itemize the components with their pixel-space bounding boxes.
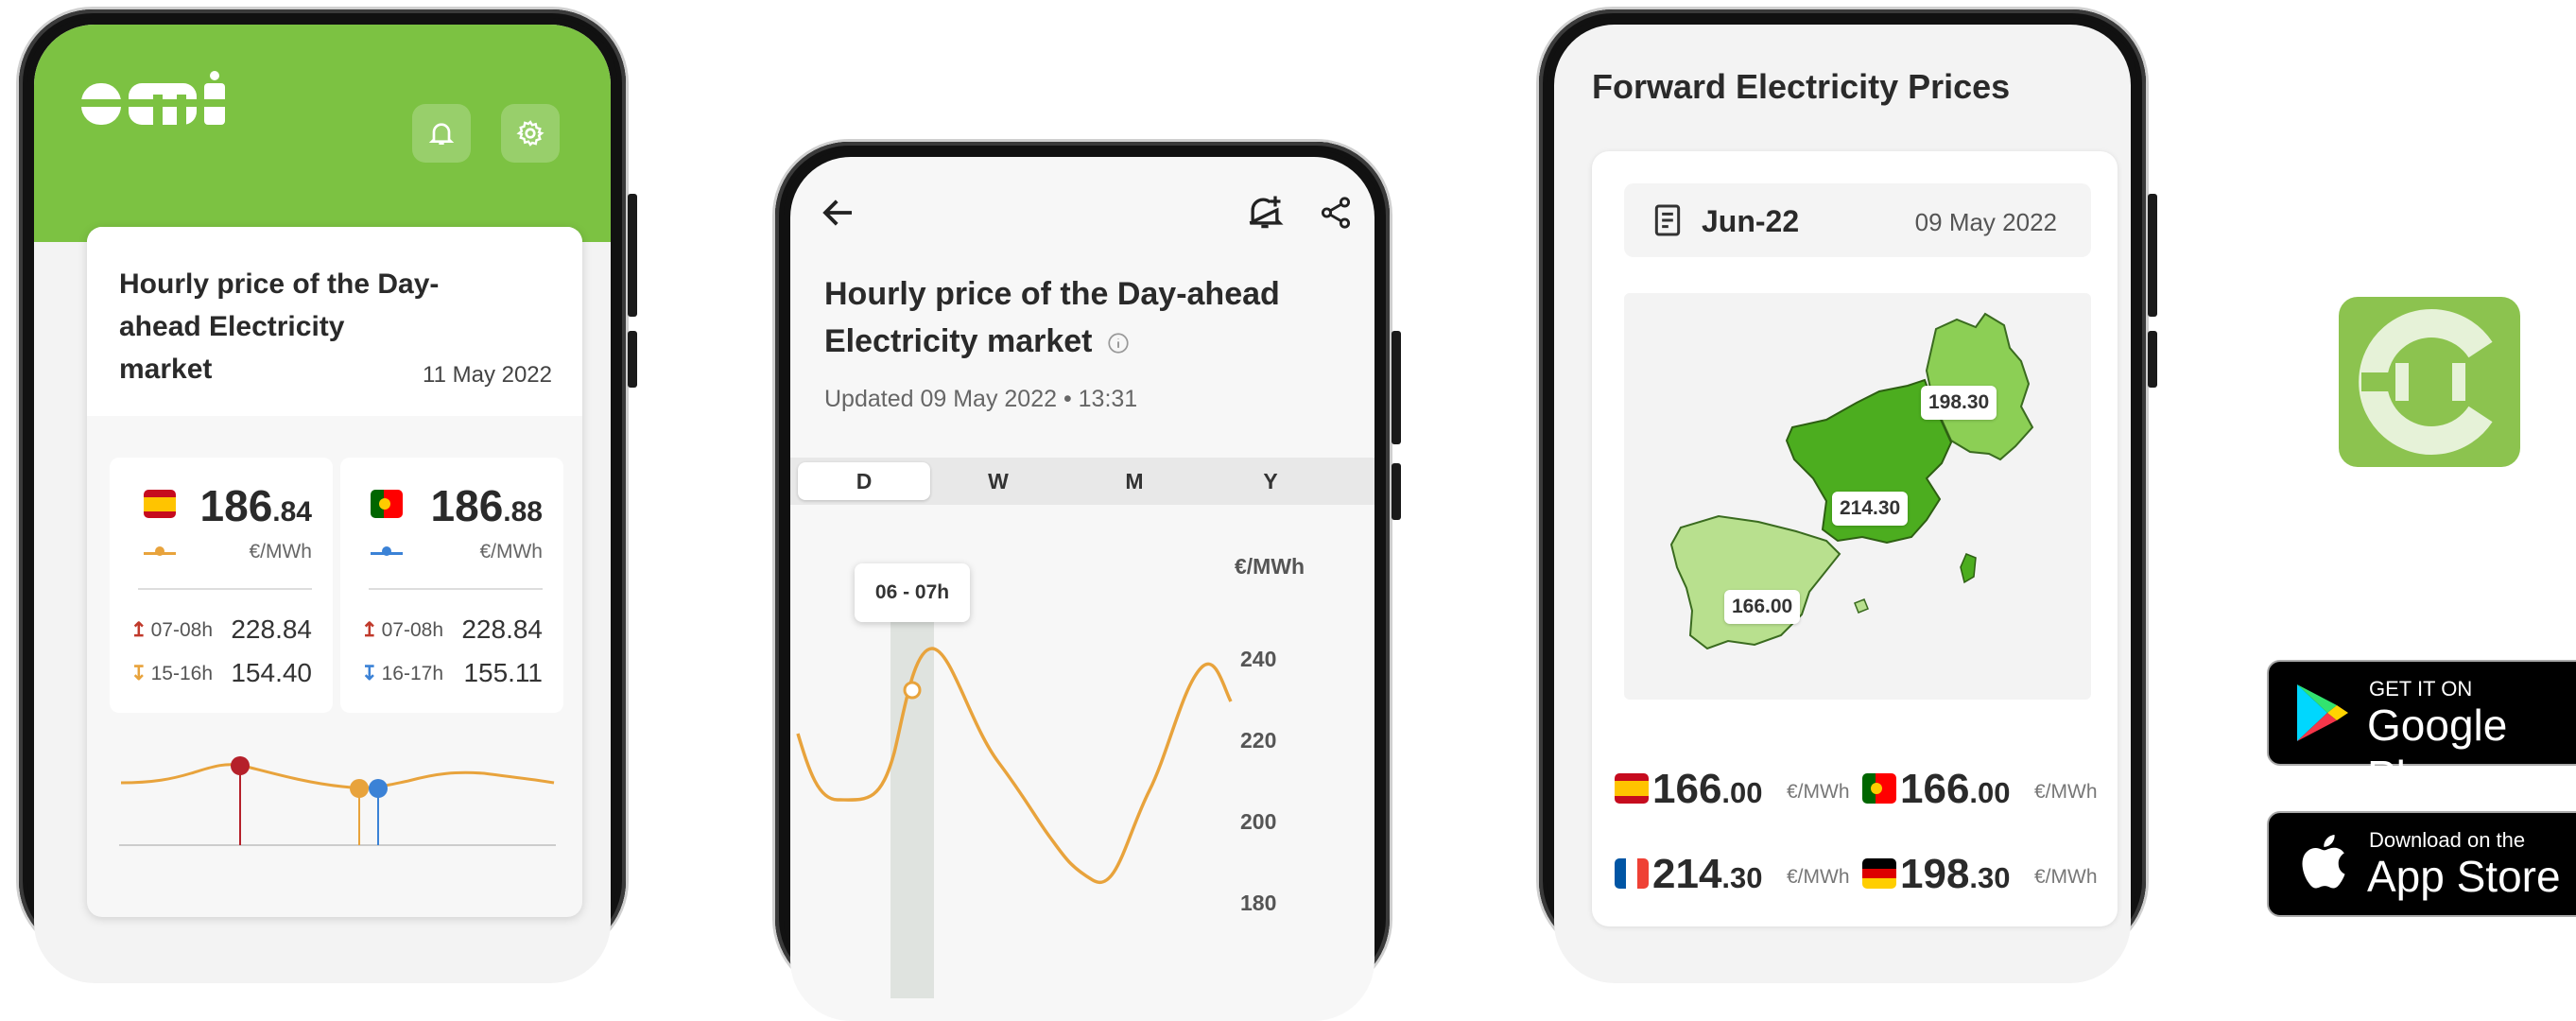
portugal-flag-icon	[1862, 773, 1896, 804]
spain-unit: €/MWh	[249, 541, 312, 562]
mini-price-chart[interactable]	[115, 728, 560, 860]
spain-flag-icon	[1615, 773, 1649, 804]
divider	[138, 588, 312, 590]
phone-side-button	[1392, 463, 1401, 520]
app-store-small-text: Download on the	[2369, 828, 2526, 852]
add-alert-bell-icon[interactable]	[1244, 191, 1286, 233]
phone-frame-2: Hourly price of the Day-ahead Electricit…	[775, 142, 1401, 1021]
app-header	[34, 25, 611, 242]
portugal-min-row: ↧ 16-17h 155.11	[361, 658, 543, 687]
google-play-small-text: GET IT ON	[2369, 677, 2473, 701]
contract-selector[interactable]: Jun-22 09 May 2022	[1624, 183, 2091, 257]
updated-timestamp: Updated 09 May 2022 • 13:31	[824, 386, 1138, 412]
card-date: 11 May 2022	[423, 362, 552, 388]
y-axis-unit: €/MWh	[1235, 554, 1305, 579]
screen-home: Hourly price of the Day-ahead Electricit…	[34, 25, 611, 983]
omi-logo	[79, 71, 227, 127]
spain-series-line	[120, 763, 555, 789]
phone-side-button	[628, 331, 637, 388]
selected-date: 09 May 2022	[1914, 208, 2057, 236]
period-tabs: D W M Y	[790, 458, 1374, 505]
phone-frame-1: Hourly price of the Day-ahead Electricit…	[19, 9, 637, 983]
google-play-badge[interactable]: GET IT ON Google Play	[2267, 660, 2576, 801]
document-icon	[1654, 204, 1681, 236]
card-title: Hourly price of the Day-ahead Electricit…	[119, 268, 440, 385]
notifications-button[interactable]	[412, 104, 471, 163]
back-arrow-icon[interactable]	[819, 193, 858, 233]
portugal-price-box[interactable]: 186.88 €/MWh ↥ 07-08h 228.84 ↧ 16-17h 155.…	[340, 458, 563, 713]
tab-year[interactable]: Y	[1204, 462, 1337, 500]
selected-point	[903, 681, 922, 700]
app-icon	[2339, 297, 2520, 467]
france-forward-price: 214.30 €/MWh	[1615, 851, 1860, 897]
phone-side-button	[2148, 331, 2157, 388]
screen-day-ahead-detail: Hourly price of the Day-ahead Electricit…	[790, 157, 1374, 1021]
spain-legend-dot	[155, 546, 164, 556]
arrow-down-icon: ↧	[130, 663, 147, 684]
app-store-badge[interactable]: Download on the App Store	[2267, 811, 2576, 917]
gear-icon	[516, 120, 545, 147]
day-ahead-card[interactable]: Hourly price of the Day-ahead Electricit…	[87, 227, 582, 917]
portugal-forward-price: 166.00 €/MWh	[1862, 766, 2108, 812]
spain-max-row: ↥ 07-08h 228.84	[130, 614, 312, 644]
germany-map-label: 198.30	[1921, 386, 1997, 420]
google-play-icon	[2297, 684, 2348, 741]
portugal-min-marker	[369, 779, 388, 798]
share-icon[interactable]	[1318, 195, 1354, 231]
spain-price-box[interactable]: 186.84 €/MWh ↥ 07-08h 228.84 ↧ 15-16h 154.…	[110, 458, 333, 713]
max-marker	[231, 756, 250, 775]
spain-price: 186.84	[199, 481, 312, 530]
omi-app-logo-icon	[2359, 309, 2498, 455]
germany-flag-icon	[1862, 858, 1896, 889]
iberia-map-label: 166.00	[1724, 590, 1801, 624]
y-tick-label: 240	[1240, 647, 1277, 671]
screen-forward-prices: Forward Electricity Prices Jun-22 09 May…	[1554, 25, 2131, 983]
detail-title: Hourly price of the Day-ahead Electricit…	[824, 276, 1280, 359]
y-tick-label: 180	[1240, 891, 1277, 915]
portugal-price: 186.88	[430, 481, 543, 530]
portugal-max-row: ↥ 07-08h 228.84	[361, 614, 543, 644]
portugal-legend-dot	[382, 546, 391, 556]
spain-min-marker	[350, 779, 369, 798]
portugal-unit: €/MWh	[479, 541, 543, 562]
iberia-region[interactable]	[1669, 514, 1841, 650]
y-tick-label: 220	[1240, 728, 1277, 753]
phone-frame-3: Forward Electricity Prices Jun-22 09 May…	[1539, 9, 2157, 983]
balearic-region	[1854, 598, 1869, 614]
divider	[369, 588, 543, 590]
tab-week[interactable]: W	[932, 462, 1064, 500]
price-series-line	[796, 647, 1233, 884]
google-play-large-text: Google Play	[2367, 701, 2508, 801]
info-icon[interactable]	[1106, 331, 1131, 355]
spain-flag-icon	[144, 490, 176, 518]
tab-day[interactable]: D	[798, 462, 930, 500]
hourly-price-chart[interactable]	[790, 611, 1235, 1008]
arrow-down-icon: ↧	[361, 663, 378, 684]
apple-icon	[2302, 835, 2345, 889]
spain-forward-price: 166.00 €/MWh	[1615, 766, 1860, 812]
spain-min-row: ↧ 15-16h 154.40	[130, 658, 312, 687]
phone-side-button	[1392, 331, 1401, 444]
app-store-large-text: App Store	[2367, 852, 2561, 901]
phone-side-button	[2148, 194, 2157, 317]
phone-side-button	[628, 194, 637, 317]
france-flag-icon	[1615, 858, 1649, 889]
bell-icon	[428, 123, 455, 145]
corsica-region	[1960, 553, 1977, 584]
france-map-label: 214.30	[1832, 492, 1909, 526]
forward-card: Jun-22 09 May 2022 198.30 214.30 166.00 …	[1592, 151, 2118, 926]
forward-title: Forward Electricity Prices	[1592, 67, 2011, 106]
portugal-flag-icon	[371, 490, 403, 518]
arrow-up-icon: ↥	[361, 619, 378, 641]
europe-price-map[interactable]: 198.30 214.30 166.00	[1624, 293, 2091, 700]
selected-month: Jun-22	[1702, 204, 1800, 238]
tab-month[interactable]: M	[1068, 462, 1201, 500]
germany-forward-price: 198.30 €/MWh	[1862, 851, 2108, 897]
y-tick-label: 200	[1240, 809, 1277, 834]
settings-button[interactable]	[501, 104, 560, 163]
arrow-up-icon: ↥	[130, 619, 147, 641]
chart-tooltip: 06 - 07h	[855, 563, 970, 622]
